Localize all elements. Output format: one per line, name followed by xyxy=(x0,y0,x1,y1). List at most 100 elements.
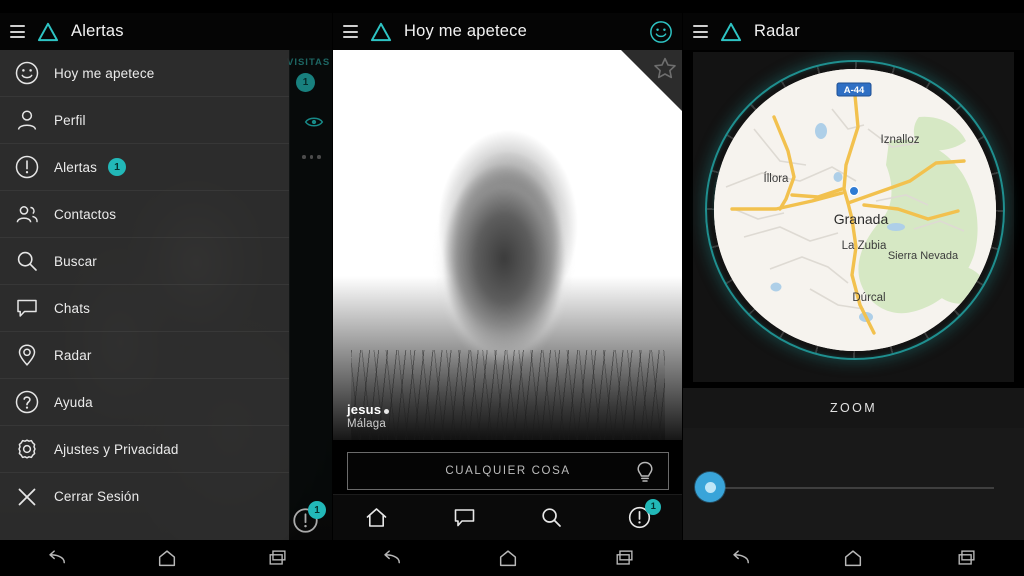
mood-selector-label: CUALQUIER COSA xyxy=(445,465,571,477)
hamburger-icon[interactable] xyxy=(343,25,358,38)
android-nav-right xyxy=(683,540,1024,576)
panel-divider-2 xyxy=(682,0,683,576)
zoom-label: ZOOM xyxy=(829,401,878,415)
bottom-nav-home[interactable] xyxy=(353,501,401,535)
panel-radar: Radar A-44 Iznalloz Íllora Granada La Zu… xyxy=(683,0,1024,576)
android-recents-button[interactable] xyxy=(603,543,647,573)
svg-text:Sierra Nevada: Sierra Nevada xyxy=(888,250,959,262)
left-bottom-alert-badge: 1 xyxy=(308,501,326,519)
appbar-middle: Hoy me apetece xyxy=(333,13,683,50)
zoom-slider-track[interactable] xyxy=(706,487,994,489)
status-bar-middle xyxy=(333,0,683,13)
mood-selector-button[interactable]: CUALQUIER COSA xyxy=(347,452,669,490)
left-bottom-alert[interactable]: 1 xyxy=(290,499,332,539)
android-back-button[interactable] xyxy=(34,543,78,573)
profile-city: Málaga xyxy=(347,418,386,430)
zoom-label-row: ZOOM xyxy=(683,388,1024,428)
bottom-navigation: 1 xyxy=(333,494,683,540)
android-home-button[interactable] xyxy=(486,543,530,573)
svg-text:La Zubia: La Zubia xyxy=(842,240,887,252)
chat-icon xyxy=(454,509,475,527)
profile-meta: jesus Málaga xyxy=(347,402,390,430)
android-nav-middle xyxy=(333,540,683,576)
sidebar-item-cerrar-sesion[interactable]: Cerrar Sesión xyxy=(0,473,289,520)
zoom-slider[interactable] xyxy=(683,428,1024,540)
zoom-slider-thumb[interactable] xyxy=(695,472,725,502)
android-home-button[interactable] xyxy=(145,543,189,573)
appbar-right: Radar xyxy=(683,13,1024,50)
map-canvas[interactable]: A-44 Iznalloz Íllora Granada La Zubia Si… xyxy=(714,69,996,351)
bottom-nav-alerts[interactable]: 1 xyxy=(615,498,663,535)
sidebar-item-perfil[interactable]: Perfil xyxy=(0,97,289,144)
svg-text:Dúrcal: Dúrcal xyxy=(852,292,885,304)
svg-text:Iznalloz: Iznalloz xyxy=(881,134,920,146)
status-bar-right xyxy=(683,0,1024,13)
profile-name: jesus xyxy=(347,402,382,417)
back-icon xyxy=(384,550,401,564)
smiley-circle-icon[interactable] xyxy=(649,20,673,44)
hamburger-icon[interactable] xyxy=(693,25,708,38)
help-icon xyxy=(15,390,39,414)
sidebar-item-label: Ajustes y Privacidad xyxy=(54,441,179,457)
eye-icon[interactable] xyxy=(304,115,324,129)
chat-icon xyxy=(17,299,37,317)
page-title: Alertas xyxy=(71,22,124,40)
home-icon xyxy=(366,508,387,527)
status-bar-left xyxy=(0,0,333,13)
navigation-drawer: Hoy me apetece Perfil Alertas 1 Contacto… xyxy=(0,50,289,540)
sidebar-item-alertas[interactable]: Alertas 1 xyxy=(0,144,289,191)
svg-text:Íllora: Íllora xyxy=(764,172,790,185)
close-icon xyxy=(18,488,36,505)
android-recents-button[interactable] xyxy=(256,543,300,573)
triangle-logo-icon xyxy=(370,22,392,41)
radar-view[interactable]: A-44 Iznalloz Íllora Granada La Zubia Si… xyxy=(693,52,1014,382)
sidebar-item-label: Ayuda xyxy=(54,394,93,410)
android-nav-left xyxy=(0,540,333,576)
recents-icon xyxy=(269,550,286,565)
sidebar-item-label: Alertas xyxy=(54,159,98,175)
sidebar-item-radar[interactable]: Radar xyxy=(0,332,289,379)
recents-icon xyxy=(958,550,975,565)
sidebar-item-ayuda[interactable]: Ayuda xyxy=(0,379,289,426)
person-icon xyxy=(17,110,37,130)
android-back-button[interactable] xyxy=(369,543,413,573)
back-icon xyxy=(733,550,749,564)
location-icon xyxy=(18,344,36,366)
bottom-nav-chats[interactable] xyxy=(440,501,488,535)
smiley-icon xyxy=(15,61,39,85)
panel-divider-1 xyxy=(332,0,333,576)
triangle-logo-icon xyxy=(720,22,742,41)
search-icon xyxy=(542,508,562,527)
bottom-nav-alerts-badge: 1 xyxy=(645,498,662,515)
star-icon xyxy=(654,57,676,79)
visitas-badge: 1 xyxy=(296,73,315,92)
appbar-left: Alertas xyxy=(0,13,333,50)
more-dots-icon[interactable] xyxy=(302,155,321,159)
screenshot-root: Alertas VISITAS 1 1 Hoy me apetece Perfi… xyxy=(0,0,1024,576)
panel-hoy-me-apetece: Hoy me apetece jesus Málaga CUALQUIER CO… xyxy=(333,0,683,576)
sidebar-item-label: Buscar xyxy=(54,253,97,269)
online-dot-icon xyxy=(384,409,390,414)
sidebar-item-contactos[interactable]: Contactos xyxy=(0,191,289,238)
svg-text:A-44: A-44 xyxy=(844,85,865,96)
visitas-strip: VISITAS 1 xyxy=(287,50,333,520)
hamburger-icon[interactable] xyxy=(10,25,25,38)
sidebar-item-hoy-me-apetece[interactable]: Hoy me apetece xyxy=(0,50,289,97)
profile-name-row: jesus xyxy=(347,402,390,417)
sidebar-item-buscar[interactable]: Buscar xyxy=(0,238,289,285)
alert-icon xyxy=(15,155,39,179)
profile-card-photo[interactable] xyxy=(333,50,683,440)
sidebar-item-label: Radar xyxy=(54,347,92,363)
sidebar-item-label: Chats xyxy=(54,300,91,316)
lightbulb-icon xyxy=(637,461,653,482)
home-icon xyxy=(845,550,862,567)
android-back-button[interactable] xyxy=(718,543,762,573)
sidebar-item-chats[interactable]: Chats xyxy=(0,285,289,332)
bottom-nav-search[interactable] xyxy=(528,501,576,535)
recents-icon xyxy=(616,550,633,565)
android-recents-button[interactable] xyxy=(945,543,989,573)
android-home-button[interactable] xyxy=(831,543,875,573)
sidebar-item-ajustes-y-privacidad[interactable]: Ajustes y Privacidad xyxy=(0,426,289,473)
panel-alertas: Alertas VISITAS 1 1 Hoy me apetece Perfi… xyxy=(0,0,333,576)
sidebar-item-label: Contactos xyxy=(54,206,117,222)
